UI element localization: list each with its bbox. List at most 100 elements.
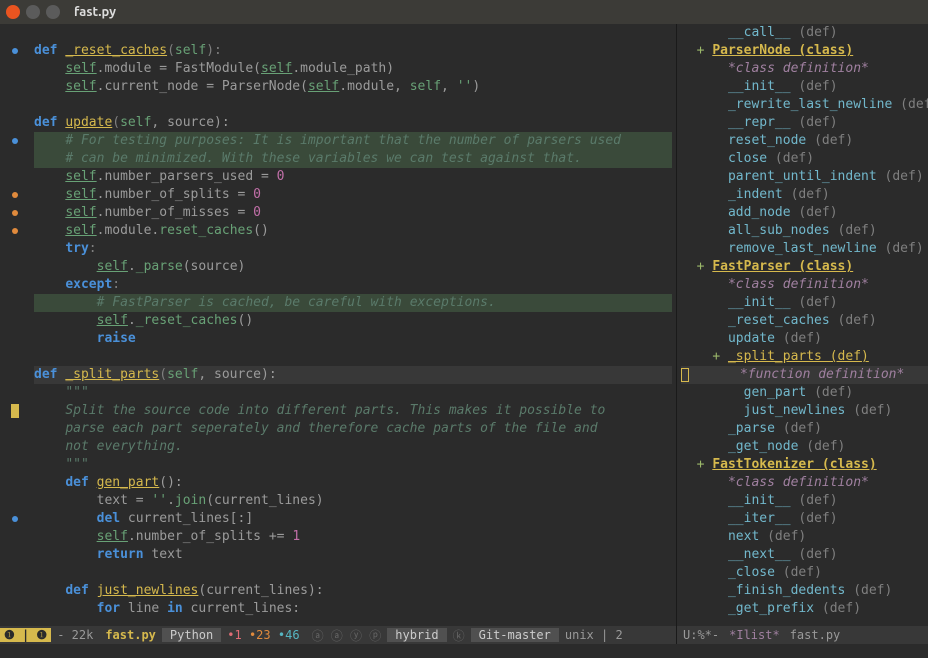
gutter-dot-icon — [12, 210, 18, 216]
outline-item[interactable]: __iter__ (def) — [681, 510, 928, 528]
code-line[interactable]: del current_lines[:] — [34, 510, 672, 528]
outline-item[interactable]: + FastTokenizer (class) — [681, 456, 928, 474]
code-line[interactable]: """ — [34, 384, 672, 402]
code-line[interactable]: def _split_parts(self, source): — [34, 366, 672, 384]
code-line[interactable]: # For testing purposes: It is important … — [34, 132, 672, 150]
code-line[interactable] — [34, 348, 672, 366]
outline-item[interactable]: _parse (def) — [681, 420, 928, 438]
outline-item[interactable]: __call__ (def) — [681, 24, 928, 42]
code-line[interactable]: def gen_part(): — [34, 474, 672, 492]
outline-item[interactable]: + FastParser (class) — [681, 258, 928, 276]
outline-item[interactable]: reset_node (def) — [681, 132, 928, 150]
status-warnings[interactable]: ❶ | ❶ — [0, 628, 51, 642]
outline-item[interactable]: close (def) — [681, 150, 928, 168]
outline-item[interactable]: __init__ (def) — [681, 294, 928, 312]
code-line[interactable]: def _reset_caches(self): — [34, 42, 672, 60]
status-sidebar-file: fast.py — [784, 628, 847, 642]
code-line[interactable]: self.number_parsers_used = 0 — [34, 168, 672, 186]
gutter-line — [0, 330, 30, 348]
gutter-dot-icon — [12, 48, 18, 54]
code-line[interactable]: raise — [34, 330, 672, 348]
outline-item[interactable]: _get_node (def) — [681, 438, 928, 456]
gutter-line — [0, 510, 30, 528]
outline-item[interactable]: __repr__ (def) — [681, 114, 928, 132]
outline-sidebar[interactable]: __call__ (def) + ParserNode (class) *cla… — [676, 24, 928, 626]
gutter-line — [0, 366, 30, 384]
outline-item[interactable]: remove_last_newline (def) — [681, 240, 928, 258]
window-minimize-icon[interactable] — [26, 5, 40, 19]
code-line[interactable] — [34, 564, 672, 582]
code-line[interactable]: text = ''.join(current_lines) — [34, 492, 672, 510]
outline-item[interactable]: _finish_dedents (def) — [681, 582, 928, 600]
status-kflag: ⓚ — [447, 627, 471, 644]
outline-item[interactable]: _rewrite_last_newline (def) — [681, 96, 928, 114]
outline-item[interactable]: *class definition* — [681, 60, 928, 78]
code-line[interactable]: except: — [34, 276, 672, 294]
code-line[interactable]: Split the source code into different par… — [34, 402, 672, 420]
outline-item[interactable]: _close (def) — [681, 564, 928, 582]
status-size: - 22k — [51, 628, 99, 642]
gutter-line — [0, 42, 30, 60]
code-editor[interactable]: def _reset_caches(self): self.module = F… — [0, 24, 676, 626]
outline-item[interactable]: gen_part (def) — [681, 384, 928, 402]
status-hybrid: hybrid — [387, 628, 446, 642]
code-line[interactable] — [34, 96, 672, 114]
code-line[interactable]: self.number_of_splits = 0 — [34, 186, 672, 204]
gutter-line — [0, 528, 30, 546]
code-line[interactable]: def update(self, source): — [34, 114, 672, 132]
code-line[interactable]: self.number_of_splits += 1 — [34, 528, 672, 546]
code-line[interactable]: def just_newlines(current_lines): — [34, 582, 672, 600]
outline-item[interactable]: *function definition* — [681, 366, 928, 384]
outline-item[interactable]: next (def) — [681, 528, 928, 546]
outline-item[interactable]: __next__ (def) — [681, 546, 928, 564]
gutter-line — [0, 294, 30, 312]
code-line[interactable]: # FastParser is cached, be careful with … — [34, 294, 672, 312]
outline-item[interactable]: all_sub_nodes (def) — [681, 222, 928, 240]
code-line[interactable]: not everything. — [34, 438, 672, 456]
window-maximize-icon[interactable] — [46, 5, 60, 19]
code-line[interactable]: self.current_node = ParserNode(self.modu… — [34, 78, 672, 96]
code-line[interactable]: self._reset_caches() — [34, 312, 672, 330]
gutter-line — [0, 438, 30, 456]
gutter-line — [0, 420, 30, 438]
code-line[interactable]: for line in current_lines: — [34, 600, 672, 618]
code-line[interactable]: self.module = FastModule(self.module_pat… — [34, 60, 672, 78]
gutter-line — [0, 186, 30, 204]
code-line[interactable]: try: — [34, 240, 672, 258]
code-line[interactable]: self.module.reset_caches() — [34, 222, 672, 240]
status-filename: fast.py — [99, 628, 162, 642]
outline-item[interactable]: *class definition* — [681, 276, 928, 294]
code-line[interactable]: return text — [34, 546, 672, 564]
minibuffer[interactable] — [0, 644, 928, 658]
code-line[interactable]: """ — [34, 456, 672, 474]
gutter-line — [0, 132, 30, 150]
outline-item[interactable]: _indent (def) — [681, 186, 928, 204]
gutter-line — [0, 546, 30, 564]
code-line[interactable]: # can be minimized. With these variables… — [34, 150, 672, 168]
window-close-icon[interactable] — [6, 5, 20, 19]
outline-item[interactable]: _reset_caches (def) — [681, 312, 928, 330]
outline-item[interactable]: just_newlines (def) — [681, 402, 928, 420]
gutter-line — [0, 474, 30, 492]
outline-item[interactable]: add_node (def) — [681, 204, 928, 222]
outline-item[interactable]: parent_until_indent (def) — [681, 168, 928, 186]
code-area[interactable]: def _reset_caches(self): self.module = F… — [30, 24, 676, 626]
status-git[interactable]: Git-master — [471, 628, 559, 642]
code-line[interactable]: parse each part seperately and therefore… — [34, 420, 672, 438]
outline-item[interactable]: + ParserNode (class) — [681, 42, 928, 60]
code-line[interactable]: self.number_of_misses = 0 — [34, 204, 672, 222]
gutter-dot-icon — [12, 516, 18, 522]
status-mode[interactable]: Python — [162, 628, 221, 642]
outline-item[interactable]: __init__ (def) — [681, 492, 928, 510]
outline-item[interactable]: update (def) — [681, 330, 928, 348]
outline-item[interactable]: *class definition* — [681, 474, 928, 492]
gutter-line — [0, 456, 30, 474]
code-line[interactable]: self._parse(source) — [34, 258, 672, 276]
status-info: •46 — [278, 628, 300, 642]
outline-item[interactable]: + _split_parts (def) — [681, 348, 928, 366]
window-title: fast.py — [74, 5, 116, 19]
gutter-dot-icon — [12, 228, 18, 234]
outline-item[interactable]: __init__ (def) — [681, 78, 928, 96]
outline-item[interactable]: _get_prefix (def) — [681, 600, 928, 618]
gutter-line — [0, 312, 30, 330]
